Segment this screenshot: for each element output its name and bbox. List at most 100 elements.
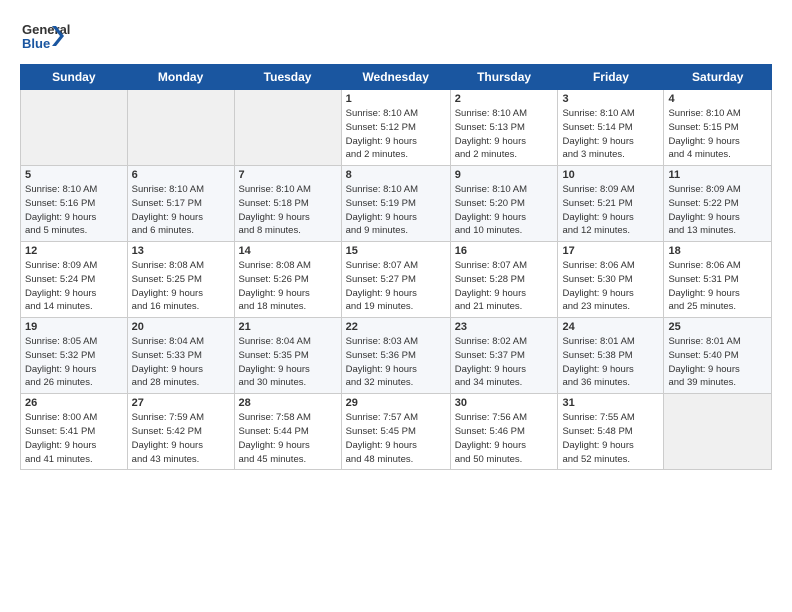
day-info: Sunrise: 8:07 AM Sunset: 5:28 PM Dayligh…	[455, 259, 554, 314]
calendar-cell: 30 Sunrise: 7:56 AM Sunset: 5:46 PM Dayli…	[450, 394, 558, 470]
day-info: Sunrise: 8:10 AM Sunset: 5:16 PM Dayligh…	[25, 183, 123, 238]
calendar-cell: 19 Sunrise: 8:05 AM Sunset: 5:32 PM Dayli…	[21, 318, 128, 394]
day-number: 25	[668, 321, 767, 333]
day-number: 11	[668, 169, 767, 181]
day-info: Sunrise: 7:58 AM Sunset: 5:44 PM Dayligh…	[239, 411, 337, 466]
calendar-cell: 16 Sunrise: 8:07 AM Sunset: 5:28 PM Dayli…	[450, 242, 558, 318]
weekday-header-thursday: Thursday	[450, 65, 558, 90]
calendar-cell: 14 Sunrise: 8:08 AM Sunset: 5:26 PM Dayli…	[234, 242, 341, 318]
day-info: Sunrise: 8:10 AM Sunset: 5:14 PM Dayligh…	[562, 107, 659, 162]
calendar-cell: 7 Sunrise: 8:10 AM Sunset: 5:18 PM Daylig…	[234, 166, 341, 242]
day-number: 31	[562, 397, 659, 409]
day-number: 7	[239, 169, 337, 181]
calendar-cell: 24Sunrise: 8:01 AM Sunset: 5:38 PM Dayli…	[558, 318, 664, 394]
day-info: Sunrise: 8:09 AM Sunset: 5:22 PM Dayligh…	[668, 183, 767, 238]
header: General Blue	[20, 18, 772, 54]
day-number: 28	[239, 397, 337, 409]
calendar-cell: 13 Sunrise: 8:08 AM Sunset: 5:25 PM Dayli…	[127, 242, 234, 318]
calendar-cell	[234, 90, 341, 166]
calendar-week-1: 1 Sunrise: 8:10 AM Sunset: 5:12 PM Daylig…	[21, 90, 772, 166]
weekday-row: SundayMondayTuesdayWednesdayThursdayFrid…	[21, 65, 772, 90]
day-number: 8	[346, 169, 446, 181]
calendar-cell: 28 Sunrise: 7:58 AM Sunset: 5:44 PM Dayli…	[234, 394, 341, 470]
day-info: Sunrise: 8:05 AM Sunset: 5:32 PM Dayligh…	[25, 335, 123, 390]
day-number: 13	[132, 245, 230, 257]
day-number: 26	[25, 397, 123, 409]
day-info: Sunrise: 8:02 AM Sunset: 5:37 PM Dayligh…	[455, 335, 554, 390]
day-info: Sunrise: 8:10 AM Sunset: 5:12 PM Dayligh…	[346, 107, 446, 162]
calendar-cell: 31Sunrise: 7:55 AM Sunset: 5:48 PM Dayli…	[558, 394, 664, 470]
calendar-cell: 8Sunrise: 8:10 AM Sunset: 5:19 PM Daylig…	[341, 166, 450, 242]
calendar-cell: 18Sunrise: 8:06 AM Sunset: 5:31 PM Dayli…	[664, 242, 772, 318]
day-info: Sunrise: 7:59 AM Sunset: 5:42 PM Dayligh…	[132, 411, 230, 466]
day-info: Sunrise: 8:10 AM Sunset: 5:13 PM Dayligh…	[455, 107, 554, 162]
calendar: SundayMondayTuesdayWednesdayThursdayFrid…	[20, 64, 772, 470]
calendar-cell: 1 Sunrise: 8:10 AM Sunset: 5:12 PM Daylig…	[341, 90, 450, 166]
calendar-cell: 3 Sunrise: 8:10 AM Sunset: 5:14 PM Daylig…	[558, 90, 664, 166]
day-number: 5	[25, 169, 123, 181]
calendar-body: 1 Sunrise: 8:10 AM Sunset: 5:12 PM Daylig…	[21, 90, 772, 470]
calendar-cell: 23Sunrise: 8:02 AM Sunset: 5:37 PM Dayli…	[450, 318, 558, 394]
day-info: Sunrise: 8:09 AM Sunset: 5:24 PM Dayligh…	[25, 259, 123, 314]
svg-text:General: General	[22, 22, 70, 37]
calendar-cell: 25 Sunrise: 8:01 AM Sunset: 5:40 PM Dayli…	[664, 318, 772, 394]
weekday-header-friday: Friday	[558, 65, 664, 90]
day-number: 22	[346, 321, 446, 333]
calendar-cell: 29 Sunrise: 7:57 AM Sunset: 5:45 PM Dayli…	[341, 394, 450, 470]
calendar-cell: 26 Sunrise: 8:00 AM Sunset: 5:41 PM Dayli…	[21, 394, 128, 470]
day-number: 19	[25, 321, 123, 333]
day-number: 6	[132, 169, 230, 181]
day-number: 3	[562, 93, 659, 105]
page: General Blue SundayMondayTuesdayWednesda…	[0, 0, 792, 480]
day-info: Sunrise: 8:10 AM Sunset: 5:20 PM Dayligh…	[455, 183, 554, 238]
day-info: Sunrise: 8:08 AM Sunset: 5:25 PM Dayligh…	[132, 259, 230, 314]
day-info: Sunrise: 8:01 AM Sunset: 5:40 PM Dayligh…	[668, 335, 767, 390]
calendar-cell	[127, 90, 234, 166]
day-number: 4	[668, 93, 767, 105]
day-info: Sunrise: 8:08 AM Sunset: 5:26 PM Dayligh…	[239, 259, 337, 314]
day-number: 24	[562, 321, 659, 333]
calendar-cell: 5 Sunrise: 8:10 AM Sunset: 5:16 PM Daylig…	[21, 166, 128, 242]
day-info: Sunrise: 8:10 AM Sunset: 5:18 PM Dayligh…	[239, 183, 337, 238]
calendar-week-3: 12 Sunrise: 8:09 AM Sunset: 5:24 PM Dayli…	[21, 242, 772, 318]
day-number: 20	[132, 321, 230, 333]
day-info: Sunrise: 8:00 AM Sunset: 5:41 PM Dayligh…	[25, 411, 123, 466]
calendar-cell: 4 Sunrise: 8:10 AM Sunset: 5:15 PM Daylig…	[664, 90, 772, 166]
day-number: 1	[346, 93, 446, 105]
calendar-week-4: 19 Sunrise: 8:05 AM Sunset: 5:32 PM Dayli…	[21, 318, 772, 394]
logo: General Blue	[20, 18, 90, 54]
calendar-header: SundayMondayTuesdayWednesdayThursdayFrid…	[21, 65, 772, 90]
day-number: 29	[346, 397, 446, 409]
calendar-cell: 17Sunrise: 8:06 AM Sunset: 5:30 PM Dayli…	[558, 242, 664, 318]
calendar-cell: 9Sunrise: 8:10 AM Sunset: 5:20 PM Daylig…	[450, 166, 558, 242]
calendar-week-5: 26 Sunrise: 8:00 AM Sunset: 5:41 PM Dayli…	[21, 394, 772, 470]
day-number: 30	[455, 397, 554, 409]
calendar-cell: 2 Sunrise: 8:10 AM Sunset: 5:13 PM Daylig…	[450, 90, 558, 166]
calendar-cell: 27 Sunrise: 7:59 AM Sunset: 5:42 PM Dayli…	[127, 394, 234, 470]
calendar-cell	[21, 90, 128, 166]
weekday-header-tuesday: Tuesday	[234, 65, 341, 90]
calendar-cell: 20 Sunrise: 8:04 AM Sunset: 5:33 PM Dayli…	[127, 318, 234, 394]
day-info: Sunrise: 8:10 AM Sunset: 5:17 PM Dayligh…	[132, 183, 230, 238]
day-info: Sunrise: 8:04 AM Sunset: 5:33 PM Dayligh…	[132, 335, 230, 390]
day-info: Sunrise: 7:56 AM Sunset: 5:46 PM Dayligh…	[455, 411, 554, 466]
day-info: Sunrise: 8:06 AM Sunset: 5:30 PM Dayligh…	[562, 259, 659, 314]
day-number: 2	[455, 93, 554, 105]
calendar-cell	[664, 394, 772, 470]
svg-text:Blue: Blue	[22, 36, 50, 51]
calendar-cell: 11 Sunrise: 8:09 AM Sunset: 5:22 PM Dayli…	[664, 166, 772, 242]
day-info: Sunrise: 8:09 AM Sunset: 5:21 PM Dayligh…	[562, 183, 659, 238]
day-info: Sunrise: 8:06 AM Sunset: 5:31 PM Dayligh…	[668, 259, 767, 314]
day-info: Sunrise: 8:07 AM Sunset: 5:27 PM Dayligh…	[346, 259, 446, 314]
day-number: 12	[25, 245, 123, 257]
day-number: 21	[239, 321, 337, 333]
day-info: Sunrise: 7:57 AM Sunset: 5:45 PM Dayligh…	[346, 411, 446, 466]
weekday-header-wednesday: Wednesday	[341, 65, 450, 90]
day-number: 16	[455, 245, 554, 257]
day-number: 10	[562, 169, 659, 181]
weekday-header-saturday: Saturday	[664, 65, 772, 90]
day-info: Sunrise: 8:10 AM Sunset: 5:15 PM Dayligh…	[668, 107, 767, 162]
day-number: 14	[239, 245, 337, 257]
calendar-cell: 22Sunrise: 8:03 AM Sunset: 5:36 PM Dayli…	[341, 318, 450, 394]
day-number: 27	[132, 397, 230, 409]
